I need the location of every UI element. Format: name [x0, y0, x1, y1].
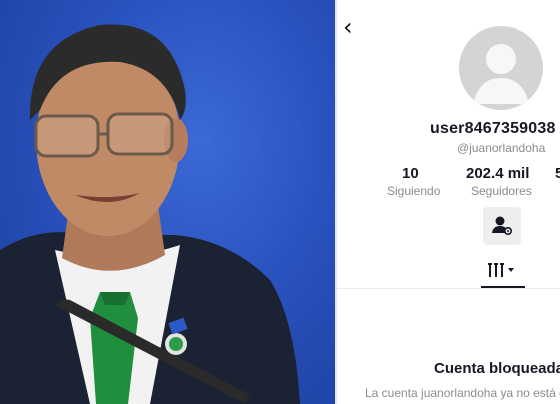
blocked-title: Cuenta bloqueada — [434, 360, 560, 377]
chevron-down-icon — [508, 268, 514, 272]
blocked-description: La cuenta juanorlandoha ya no está dispo… — [365, 386, 560, 400]
person-gear-icon — [492, 216, 512, 235]
profile-panel: ‹ user8467359038 @juanorlandoha 10 Sigui… — [337, 0, 560, 404]
following-label: Siguiendo — [387, 184, 441, 198]
tab-divider — [337, 288, 560, 289]
following-count: 10 — [402, 165, 419, 182]
news-photo — [0, 0, 335, 404]
followers-label: Seguidores — [471, 184, 532, 198]
followers-count: 202.4 mil — [466, 165, 530, 182]
follow-button[interactable] — [483, 207, 521, 245]
likes-count: 5 — [555, 165, 560, 182]
profile-username: user8467359038 — [430, 120, 556, 137]
chevron-left-icon: ‹ — [343, 13, 353, 41]
tab-videos[interactable] — [481, 258, 525, 288]
default-avatar-icon — [459, 26, 543, 110]
back-button[interactable]: ‹ — [343, 14, 361, 40]
man-speaking-illustration — [0, 24, 300, 404]
profile-handle: @juanorlandoha — [457, 141, 546, 155]
grid-bars-icon — [488, 263, 514, 277]
